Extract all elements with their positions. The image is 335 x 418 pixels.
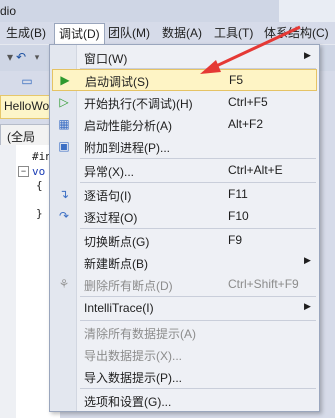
annotation-arrow-head — [200, 60, 221, 74]
annotation-arrow-icon — [200, 25, 301, 74]
annotation-arrow-shaft — [211, 25, 301, 70]
